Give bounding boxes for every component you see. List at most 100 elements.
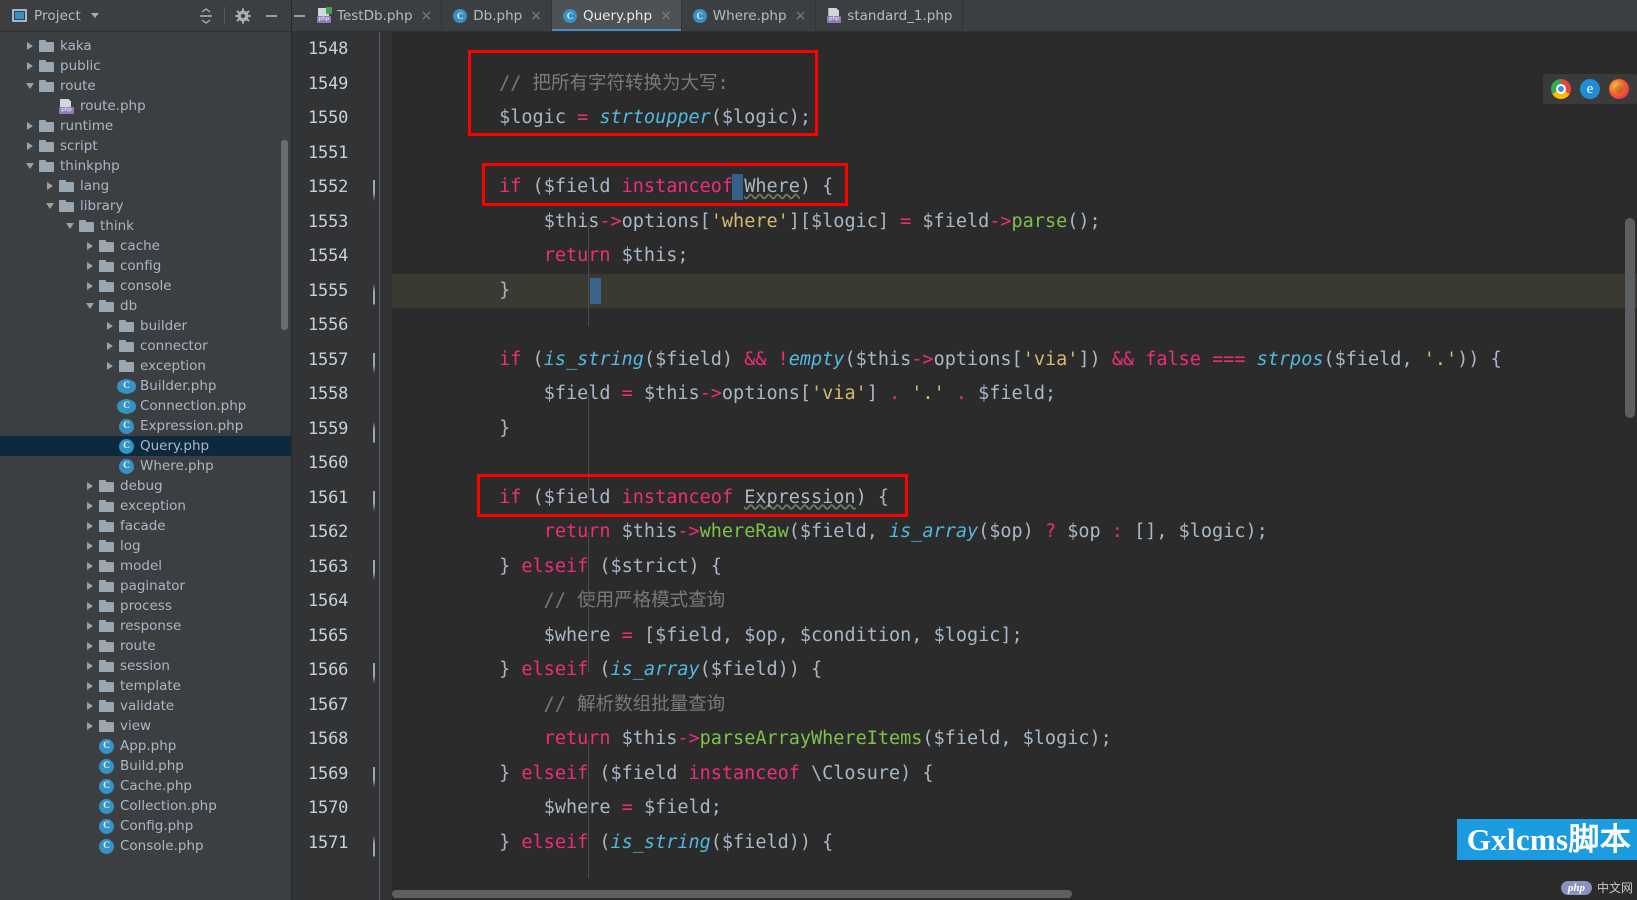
tree-item-runtime[interactable]: runtime [0, 116, 291, 136]
tree-item-facade[interactable]: facade [0, 516, 291, 536]
gutter-row[interactable]: 1553 [300, 205, 392, 240]
code-line[interactable]: if (is_string($field) && !empty($this->o… [392, 343, 1637, 378]
tree-item-console[interactable]: console [0, 276, 291, 296]
tab-query-php[interactable]: C Query.php × [551, 0, 682, 31]
code-line[interactable]: if ($field instanceof Expression) { [392, 481, 1637, 516]
expand-arrow-icon[interactable] [24, 120, 36, 132]
code-line[interactable]: } elseif (is_array($field)) { [392, 653, 1637, 688]
code-fold-toggle-icon[interactable] [373, 559, 386, 581]
gutter-row[interactable]: 1562 [300, 515, 392, 550]
gutter-row[interactable]: 1552 [300, 170, 392, 205]
expand-arrow-icon[interactable] [84, 260, 96, 272]
tree-item-console-php[interactable]: C Console.php [0, 836, 291, 856]
gutter-row[interactable]: 1548 [300, 32, 392, 67]
tree-item-query-php[interactable]: C Query.php [0, 436, 291, 456]
expand-arrow-icon[interactable] [84, 700, 96, 712]
code-line[interactable]: $this->options['where'][$logic] = $field… [392, 205, 1637, 240]
tree-item-config[interactable]: config [0, 256, 291, 276]
tree-item-template[interactable]: template [0, 676, 291, 696]
expand-arrow-icon[interactable] [84, 580, 96, 592]
tree-item-response[interactable]: response [0, 616, 291, 636]
expand-arrow-icon[interactable] [84, 280, 96, 292]
code-line[interactable]: } elseif ($strict) { [392, 550, 1637, 585]
firefox-icon[interactable] [1609, 79, 1629, 99]
expand-arrow-icon[interactable] [84, 620, 96, 632]
editor-vertical-scrollbar[interactable] [1625, 32, 1635, 900]
tree-item-script[interactable]: script [0, 136, 291, 156]
code-line[interactable] [392, 32, 1637, 67]
code-line[interactable]: // 解析数组批量查询 [392, 688, 1637, 723]
code-fold-toggle-icon[interactable] [373, 283, 386, 305]
edge-icon[interactable] [1580, 79, 1600, 99]
tree-item-collection-php[interactable]: C Collection.php [0, 796, 291, 816]
project-file-tree[interactable]: kaka public route route.php runtime script thi… [0, 32, 291, 900]
expand-arrow-icon[interactable] [84, 680, 96, 692]
gutter-row[interactable]: 1560 [300, 446, 392, 481]
code-fold-toggle-icon[interactable] [373, 180, 386, 201]
gutter-row[interactable]: 1569 [300, 757, 392, 792]
code-fold-toggle-icon[interactable] [373, 663, 386, 684]
gutter-row[interactable]: 1550 [300, 101, 392, 136]
gutter-row[interactable]: 1556 [300, 308, 392, 343]
code-line[interactable]: $field = $this->options['via'] . '.' . $… [392, 377, 1637, 412]
gutter-row[interactable]: 1566 [300, 653, 392, 688]
gutter-row[interactable]: 1558 [300, 377, 392, 412]
gutter-row[interactable]: 1564 [300, 584, 392, 619]
code-line[interactable]: $where = $field; [392, 791, 1637, 826]
code-line[interactable]: } elseif (is_string($field)) { [392, 826, 1637, 861]
code-line[interactable] [392, 136, 1637, 171]
tree-item-session[interactable]: session [0, 656, 291, 676]
tree-item-build-php[interactable]: C Build.php [0, 756, 291, 776]
expand-arrow-icon[interactable] [104, 360, 116, 372]
tree-item-where-php[interactable]: C Where.php [0, 456, 291, 476]
code-fold-toggle-icon[interactable] [373, 421, 386, 443]
scrollbar-thumb[interactable] [1625, 218, 1635, 418]
collapse-all-icon[interactable] [192, 3, 220, 29]
code-line[interactable]: } elseif ($field instanceof \Closure) { [392, 757, 1637, 792]
tree-item-builder-php[interactable]: C Builder.php [0, 376, 291, 396]
minimize-icon[interactable] [257, 3, 285, 29]
tree-item-connection-php[interactable]: C Connection.php [0, 396, 291, 416]
expand-arrow-icon[interactable] [84, 540, 96, 552]
expand-arrow-icon[interactable] [104, 320, 116, 332]
tree-item-thinkphp[interactable]: thinkphp [0, 156, 291, 176]
tree-item-route[interactable]: route [0, 636, 291, 656]
expand-arrow-icon[interactable] [84, 480, 96, 492]
code-fold-toggle-icon[interactable] [373, 352, 386, 374]
gutter-row[interactable]: 1559 [300, 412, 392, 447]
collapse-arrow-icon[interactable] [24, 80, 36, 92]
tree-item-view[interactable]: view [0, 716, 291, 736]
code-line[interactable]: // 把所有字符转换为大写: [392, 67, 1637, 102]
tree-item-validate[interactable]: validate [0, 696, 291, 716]
code-line[interactable]: } [392, 412, 1637, 447]
chrome-icon[interactable] [1551, 79, 1571, 99]
gutter-row[interactable]: 1557 [300, 343, 392, 378]
collapse-arrow-icon[interactable] [84, 300, 96, 312]
tree-item-library[interactable]: library [0, 196, 291, 216]
expand-arrow-icon[interactable] [44, 180, 56, 192]
gutter-row[interactable]: 1549 [300, 67, 392, 102]
tree-item-lang[interactable]: lang [0, 176, 291, 196]
collapse-arrow-icon[interactable] [44, 200, 56, 212]
expand-arrow-icon[interactable] [84, 520, 96, 532]
line-number-gutter[interactable]: 1548 1549 1550 1551 1552 1553 1554 1555 1556 1557… [300, 32, 392, 900]
tree-item-paginator[interactable]: paginator [0, 576, 291, 596]
collapse-arrow-icon[interactable] [64, 220, 76, 232]
tree-item-debug[interactable]: debug [0, 476, 291, 496]
tree-item-think[interactable]: think [0, 216, 291, 236]
hscrollbar-thumb[interactable] [392, 890, 1072, 898]
tree-item-model[interactable]: model [0, 556, 291, 576]
gutter-row[interactable]: 1555 [300, 274, 392, 309]
project-tool-button[interactable]: Project [6, 8, 99, 24]
collapse-arrow-icon[interactable] [24, 160, 36, 172]
gutter-row[interactable]: 1571 [300, 826, 392, 861]
tree-item-log[interactable]: log [0, 536, 291, 556]
expand-arrow-icon[interactable] [84, 720, 96, 732]
expand-arrow-icon[interactable] [24, 40, 36, 52]
close-icon[interactable]: × [660, 9, 672, 23]
gutter-row[interactable]: 1570 [300, 791, 392, 826]
close-icon[interactable]: × [421, 9, 433, 23]
code-content[interactable]: // 把所有字符转换为大写: $logic = strtoupper($logi… [392, 32, 1637, 900]
expand-arrow-icon[interactable] [84, 560, 96, 572]
tree-item-builder[interactable]: builder [0, 316, 291, 336]
